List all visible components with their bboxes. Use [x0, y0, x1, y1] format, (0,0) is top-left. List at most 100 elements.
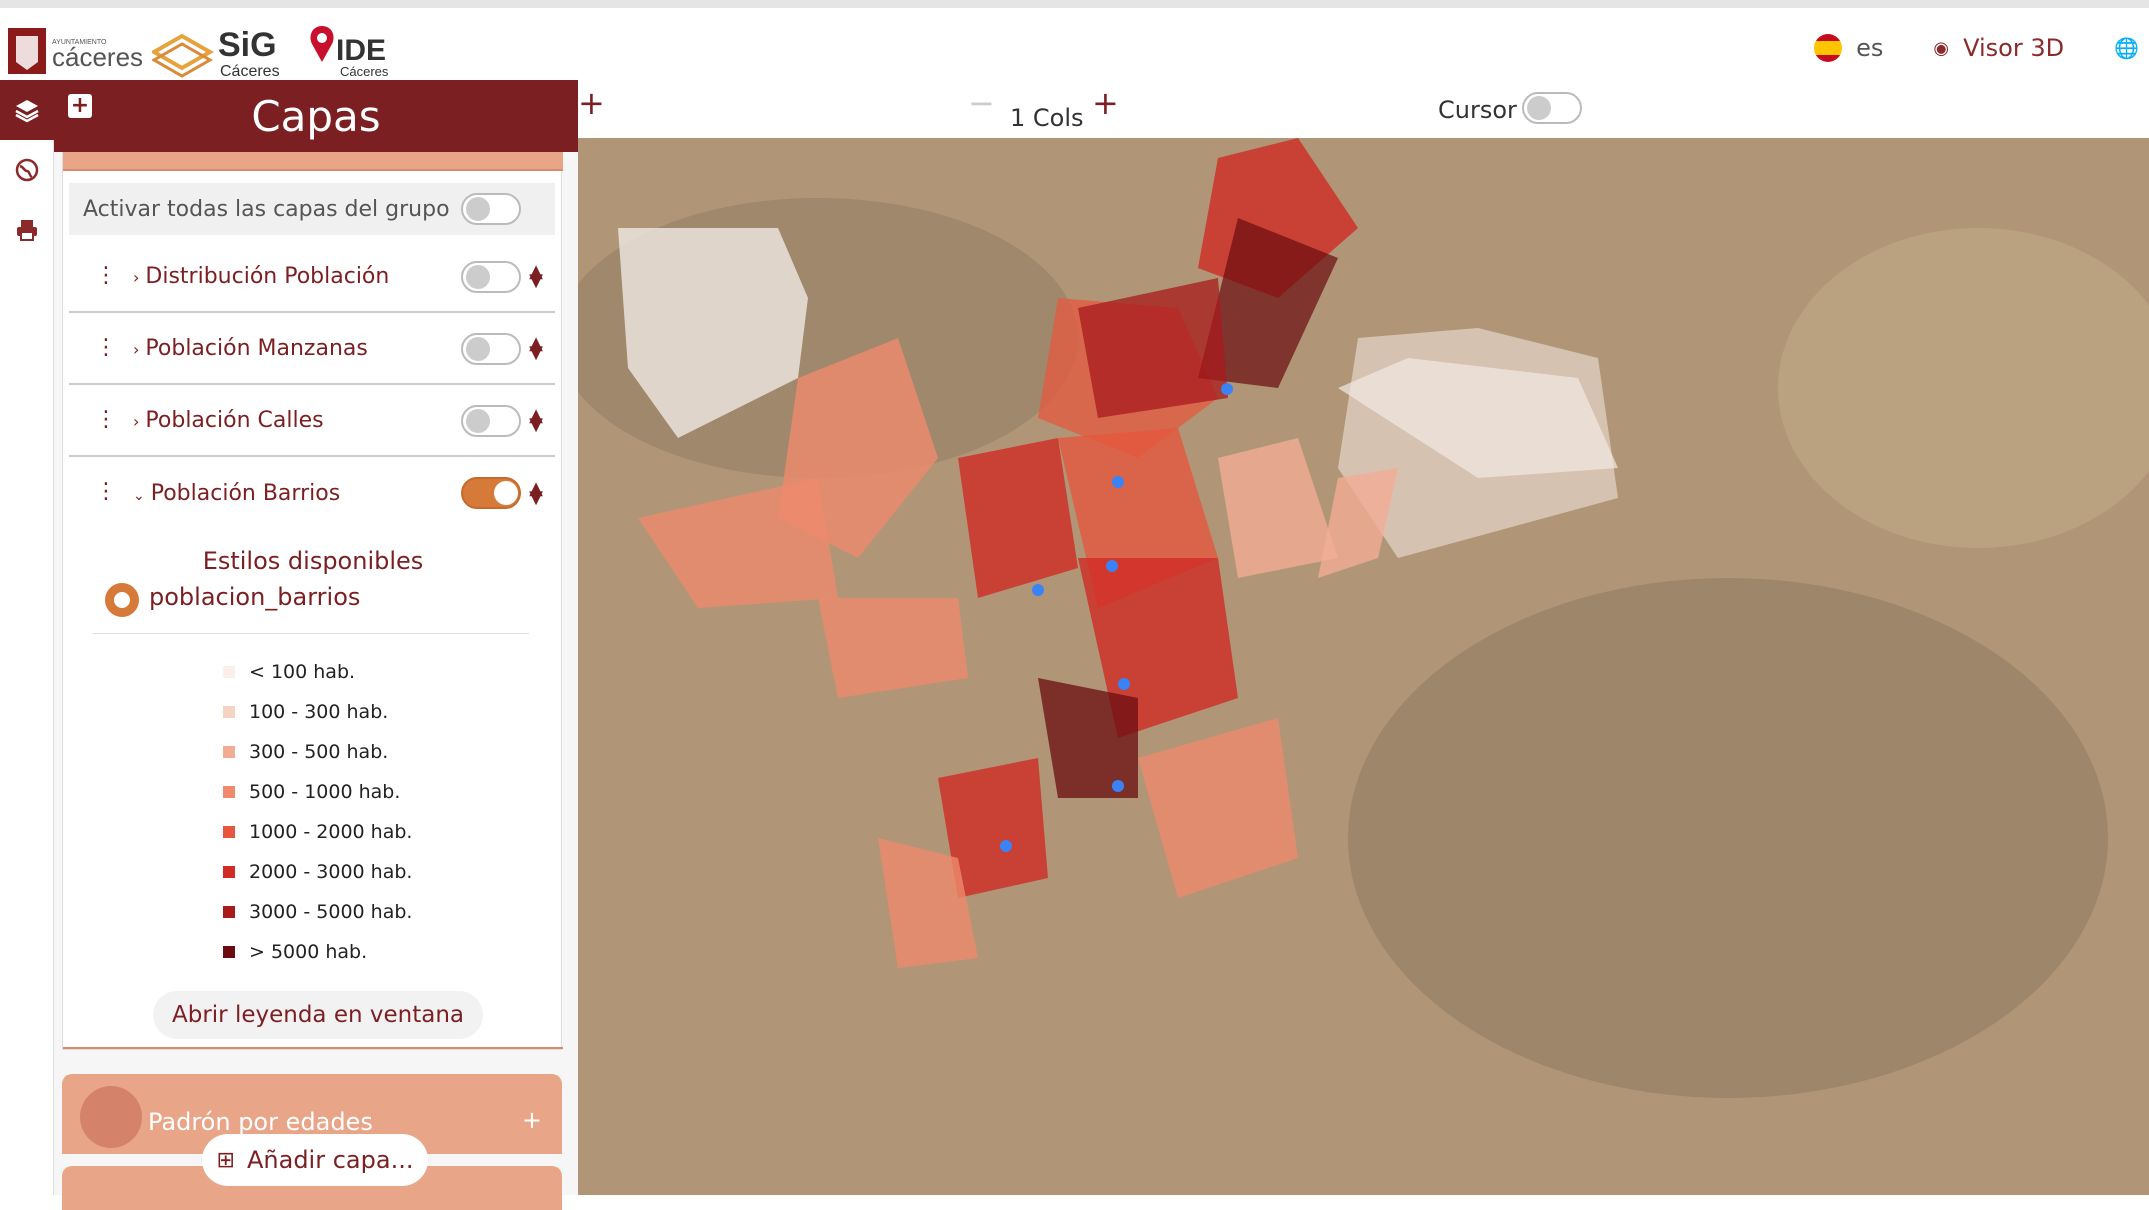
- satellite-map[interactable]: [578, 138, 2149, 1195]
- language-selector[interactable]: es: [1814, 34, 1883, 62]
- legend-item: > 5000 hab.: [223, 941, 367, 963]
- eye-icon: ◉: [1933, 37, 1950, 59]
- legend-label: 2000 - 3000 hab.: [249, 861, 413, 883]
- chevron-right-icon: ›: [133, 267, 140, 287]
- style-radio[interactable]: [105, 583, 139, 617]
- activate-all-toggle[interactable]: [461, 193, 521, 225]
- legend-item: < 100 hab.: [223, 661, 355, 683]
- layer-name[interactable]: › Población Calles: [133, 408, 324, 433]
- layer-name[interactable]: › Población Manzanas: [133, 336, 368, 361]
- legend-item: 300 - 500 hab.: [223, 741, 388, 763]
- sort-icon[interactable]: ▲ ▼: [529, 480, 543, 507]
- cols-plus-button[interactable]: +: [1092, 84, 1119, 122]
- estilos-title: Estilos disponibles: [202, 547, 424, 575]
- svg-text:SiG: SiG: [218, 26, 277, 64]
- legend-swatch: [223, 946, 235, 958]
- layer-row-calles: ⋮ › Población Calles ▲ ▼: [69, 385, 555, 457]
- legend-label: 300 - 500 hab.: [249, 741, 389, 763]
- divider: [63, 1047, 563, 1049]
- layers-panel: Activar todas las capas del grupo ⋮ › Dis…: [54, 80, 578, 1210]
- svg-text:IDE: IDE: [336, 34, 386, 67]
- visor-3d-button[interactable]: ◉ Visor 3D: [1933, 34, 2064, 62]
- layer-toggle[interactable]: [461, 405, 521, 437]
- language-label: es: [1856, 34, 1884, 62]
- svg-text:Cáceres: Cáceres: [340, 64, 389, 79]
- sort-icon[interactable]: ▲ ▼: [529, 263, 543, 290]
- layer-toggle[interactable]: [461, 261, 521, 293]
- cols-minus-button[interactable]: −: [968, 84, 995, 122]
- legend-swatch: [223, 826, 235, 838]
- legend-label: 500 - 1000 hab.: [249, 781, 401, 803]
- add-plus-icon[interactable]: +: [68, 94, 92, 118]
- panel-header: + Capas: [54, 80, 578, 152]
- globe-icon: 🌐: [2114, 36, 2139, 60]
- panel-title: Capas: [251, 91, 381, 141]
- svg-text:cáceres: cáceres: [52, 42, 143, 72]
- split-plus-icon[interactable]: +: [578, 84, 605, 122]
- legend-swatch: [223, 786, 235, 798]
- map-marker[interactable]: [1118, 678, 1130, 690]
- legend-label: 100 - 300 hab.: [249, 701, 389, 723]
- layer-label: Población Barrios: [150, 480, 341, 506]
- layer-menu-icon[interactable]: ⋮: [95, 263, 117, 288]
- add-layer-button[interactable]: ⊞ Añadir capa...: [202, 1134, 428, 1186]
- plus-icon[interactable]: +: [522, 1106, 542, 1134]
- sort-icon[interactable]: ▲ ▼: [529, 335, 543, 362]
- sig-logo[interactable]: SiG Cáceres: [149, 22, 292, 80]
- legend-swatch: [223, 706, 235, 718]
- chevron-right-icon: ›: [133, 411, 140, 431]
- globe-menu-button[interactable]: 🌐: [2114, 36, 2139, 60]
- basemap-nav-button[interactable]: [0, 140, 54, 200]
- cols-label: 1 Cols: [1010, 104, 1084, 132]
- left-nav: [0, 80, 54, 1195]
- divider: [93, 633, 529, 634]
- layer-row-barrios: ⋮ ⌄ Población Barrios ▲ ▼: [69, 457, 555, 529]
- padron-group: Activar todas las capas del grupo ⋮ › Dis…: [62, 140, 563, 1050]
- layer-toggle[interactable]: [461, 477, 521, 509]
- legend-swatch: [223, 906, 235, 918]
- legend-label: 1000 - 2000 hab.: [249, 821, 413, 843]
- activate-all-row: Activar todas las capas del grupo: [69, 183, 555, 235]
- map-marker[interactable]: [1112, 780, 1124, 792]
- style-name: poblacion_barrios: [149, 583, 361, 611]
- layer-menu-icon[interactable]: ⋮: [95, 407, 117, 432]
- open-legend-button[interactable]: Abrir leyenda en ventana: [153, 991, 483, 1039]
- layer-name[interactable]: › Distribución Población: [133, 264, 389, 289]
- legend-label: 3000 - 5000 hab.: [249, 901, 413, 923]
- layer-name[interactable]: ⌄ Población Barrios: [133, 481, 340, 506]
- cursor-label: Cursor: [1438, 96, 1517, 124]
- print-nav-button[interactable]: [0, 200, 54, 260]
- padron-edades-label: Padrón por edades: [148, 1108, 373, 1136]
- ide-logo[interactable]: IDE Cáceres: [308, 22, 398, 80]
- legend-swatch: [223, 666, 235, 678]
- map-marker[interactable]: [1112, 476, 1124, 488]
- activate-all-label: Activar todas las capas del grupo: [83, 196, 450, 222]
- layers-nav-button[interactable]: [0, 80, 54, 140]
- chevron-right-icon: ›: [133, 339, 140, 359]
- layer-label: Población Calles: [145, 407, 324, 433]
- legend-swatch: [223, 866, 235, 878]
- layer-row-distribucion: ⋮ › Distribución Población ▲ ▼: [69, 241, 555, 313]
- layer-toggle[interactable]: [461, 333, 521, 365]
- map-marker[interactable]: [1106, 560, 1118, 572]
- legend-item: 2000 - 3000 hab.: [223, 861, 412, 883]
- layers-icon: [15, 100, 39, 123]
- map-marker[interactable]: [1000, 840, 1012, 852]
- legend-item: 1000 - 2000 hab.: [223, 821, 412, 843]
- printer-icon: [17, 220, 37, 241]
- layer-menu-icon[interactable]: ⋮: [95, 335, 117, 360]
- map-canvas[interactable]: [578, 138, 2149, 1195]
- visor-3d-label: Visor 3D: [1963, 34, 2065, 62]
- layer-menu-icon[interactable]: ⋮: [95, 479, 117, 504]
- globe-icon: [15, 158, 39, 182]
- legend-swatch: [223, 746, 235, 758]
- svg-text:Cáceres: Cáceres: [220, 63, 280, 80]
- map-viewer: + − 1 Cols + Cursor: [578, 80, 2149, 1195]
- add-layer-label: Añadir capa...: [246, 1146, 414, 1174]
- map-marker[interactable]: [1032, 584, 1044, 596]
- layer-label: Población Manzanas: [145, 335, 368, 361]
- sort-icon[interactable]: ▲ ▼: [529, 407, 543, 434]
- map-marker[interactable]: [1221, 383, 1233, 395]
- ayuntamiento-logo[interactable]: AYUNTAMIENTO cáceres: [8, 22, 148, 80]
- cursor-toggle[interactable]: [1522, 92, 1582, 124]
